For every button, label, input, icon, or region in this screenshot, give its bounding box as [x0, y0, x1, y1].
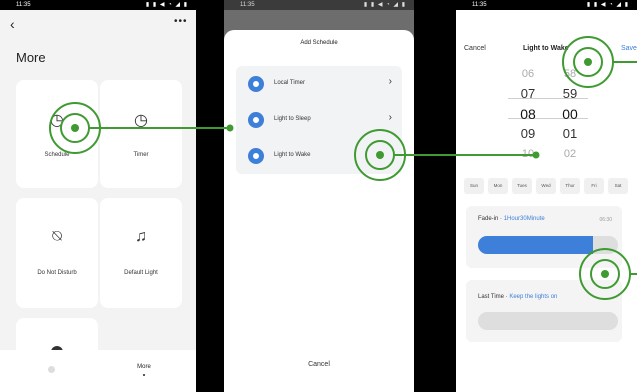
- annotation-dot: [532, 151, 540, 159]
- annotation-dot: [584, 58, 592, 66]
- annotation-dot: [71, 124, 79, 132]
- annotation-dot: [226, 124, 234, 132]
- annotation-dot: [376, 151, 384, 159]
- annotation-dot: [601, 270, 609, 278]
- annotation-overlay: [49, 36, 637, 300]
